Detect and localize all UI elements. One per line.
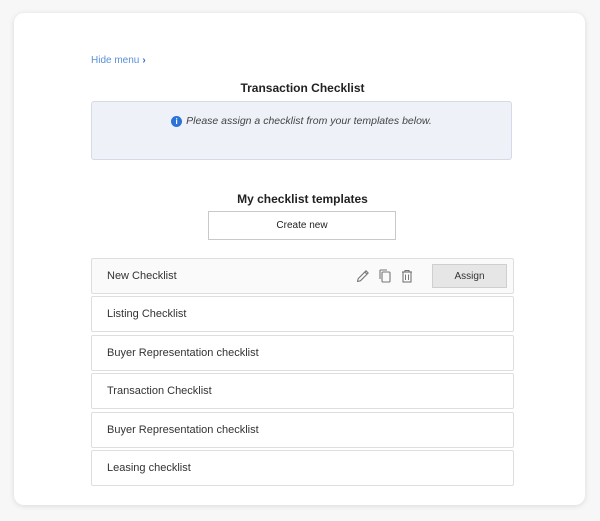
list-item-label: Leasing checklist xyxy=(107,461,191,474)
row-actions: Assign xyxy=(354,259,507,293)
hide-menu-label: Hide menu xyxy=(91,55,140,66)
list-item[interactable]: Buyer Representation checklist xyxy=(91,334,514,371)
copy-icon[interactable] xyxy=(376,267,394,285)
list-item[interactable]: Transaction Checklist xyxy=(91,373,514,410)
notice-text: Please assign a checklist from your temp… xyxy=(186,115,432,127)
template-list: New Checklist Assign Listing Checklist B… xyxy=(91,258,514,488)
chevron-right-icon: › xyxy=(142,54,146,66)
templates-section-title: My checklist templates xyxy=(237,192,368,206)
page-title: Transaction Checklist xyxy=(240,81,365,95)
list-item[interactable]: Leasing checklist xyxy=(91,449,514,486)
list-item[interactable]: Listing Checklist xyxy=(91,296,514,333)
list-item-label: Buyer Representation checklist xyxy=(107,423,259,436)
hide-menu-link[interactable]: Hide menu › xyxy=(91,55,146,66)
list-item[interactable]: New Checklist Assign xyxy=(91,258,514,294)
trash-icon[interactable] xyxy=(398,267,416,285)
list-item-label: New Checklist xyxy=(107,270,177,282)
create-new-button[interactable]: Create new xyxy=(208,211,396,240)
list-item[interactable]: Buyer Representation checklist xyxy=(91,411,514,448)
list-item-label: Listing Checklist xyxy=(107,308,187,321)
info-icon: i xyxy=(171,116,183,127)
edit-pencil-icon[interactable] xyxy=(354,267,372,285)
list-item-label: Transaction Checklist xyxy=(107,385,212,398)
list-item-label: Buyer Representation checklist xyxy=(107,346,259,359)
info-notice: i Please assign a checklist from your te… xyxy=(91,101,512,160)
assign-button[interactable]: Assign xyxy=(432,264,507,288)
